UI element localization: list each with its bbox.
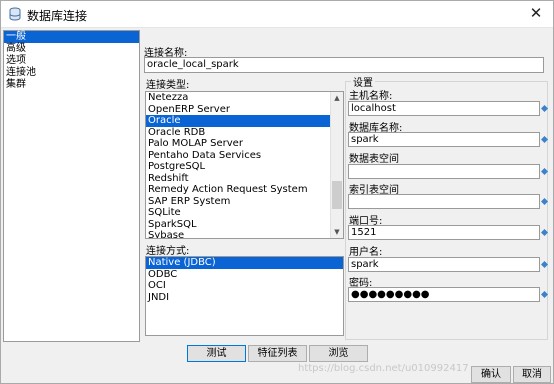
password-input[interactable]: ●●●●●●●●●	[348, 287, 540, 302]
port-input[interactable]: 1521	[348, 225, 540, 240]
variable-diamond-icon[interactable]	[541, 168, 548, 175]
scroll-down-arrow-icon[interactable]: ▼	[331, 226, 343, 238]
close-button[interactable]: ✕	[519, 1, 553, 27]
connection-type-label: 连接类型:	[146, 80, 190, 91]
database-icon	[9, 7, 21, 21]
connection-type-item[interactable]: PostgreSQL	[146, 161, 343, 173]
connection-type-item[interactable]: Redshift	[146, 173, 343, 185]
data-tablespace-label: 数据表空间	[349, 154, 399, 165]
general-panel: 连接名称: oracle_local_spark 连接类型: Netezza Op…	[142, 30, 549, 342]
connection-type-item[interactable]: SAP ERP System	[146, 196, 343, 208]
access-method-item[interactable]: ODBC	[146, 269, 343, 281]
nav-item[interactable]: 集群	[4, 79, 139, 91]
database-input[interactable]: spark	[348, 132, 540, 147]
connection-type-item[interactable]: Oracle RDB	[146, 127, 343, 139]
variable-diamond-icon[interactable]	[541, 198, 548, 205]
access-method-item[interactable]: Native (JDBC)	[146, 257, 343, 269]
connection-type-item[interactable]: Oracle	[146, 115, 343, 127]
connection-type-item[interactable]: Remedy Action Request System	[146, 184, 343, 196]
connection-type-item[interactable]: Sybase	[146, 230, 343, 238]
variable-diamond-icon[interactable]	[541, 105, 548, 112]
dialog-window: 数据库连接 ✕ 一般 高级 选项 连接池 集群 连接名称: oracle_local_s…	[0, 0, 554, 384]
access-method-item[interactable]: JNDI	[146, 292, 343, 304]
connection-type-item[interactable]: Pentaho Data Services	[146, 150, 343, 162]
test-button[interactable]: 测试	[187, 345, 246, 362]
nav-item[interactable]: 一般	[4, 31, 139, 43]
username-label: 用户名:	[349, 247, 383, 258]
cancel-button[interactable]: 取消	[513, 366, 551, 383]
scroll-thumb[interactable]	[332, 181, 342, 209]
index-tablespace-input[interactable]	[348, 194, 540, 209]
connection-name-input[interactable]: oracle_local_spark	[144, 57, 544, 73]
host-input[interactable]: localhost	[348, 101, 540, 116]
connection-type-item[interactable]: SQLite	[146, 207, 343, 219]
nav-item[interactable]: 连接池	[4, 67, 139, 79]
category-list: 一般 高级 选项 连接池 集群	[3, 30, 140, 342]
variable-diamond-icon[interactable]	[541, 229, 548, 236]
connection-type-item[interactable]: OpenERP Server	[146, 104, 343, 116]
variable-diamond-icon[interactable]	[541, 291, 548, 298]
host-label: 主机名称:	[349, 91, 393, 102]
title-bar: 数据库连接 ✕	[1, 1, 553, 28]
variable-diamond-icon[interactable]	[541, 261, 548, 268]
explore-button[interactable]: 浏览	[309, 345, 368, 362]
access-method-list[interactable]: Native (JDBC) ODBC OCI JNDI	[145, 256, 344, 336]
access-method-label: 连接方式:	[146, 246, 190, 257]
feature-list-button[interactable]: 特征列表	[248, 345, 307, 362]
connection-type-item[interactable]: Netezza	[146, 92, 343, 104]
nav-item[interactable]: 高级	[4, 43, 139, 55]
access-method-item[interactable]: OCI	[146, 280, 343, 292]
connection-type-item[interactable]: SparkSQL	[146, 219, 343, 231]
window-title: 数据库连接	[27, 9, 88, 23]
nav-item[interactable]: 选项	[4, 55, 139, 67]
variable-diamond-icon[interactable]	[541, 136, 548, 143]
scroll-up-arrow-icon[interactable]: ▲	[331, 92, 343, 104]
username-input[interactable]: spark	[348, 257, 540, 272]
ok-button[interactable]: 确认	[471, 366, 511, 383]
connection-type-list[interactable]: Netezza OpenERP Server Oracle Oracle RDB Pal…	[145, 91, 344, 239]
data-tablespace-input[interactable]	[348, 164, 540, 179]
connection-type-items: Netezza OpenERP Server Oracle Oracle RDB Pal…	[146, 92, 343, 238]
connection-type-item[interactable]: Palo MOLAP Server	[146, 138, 343, 150]
connection-type-scrollbar[interactable]: ▲ ▼	[330, 92, 343, 238]
watermark-text: https://blog.csdn.net/u010992417	[298, 363, 469, 374]
